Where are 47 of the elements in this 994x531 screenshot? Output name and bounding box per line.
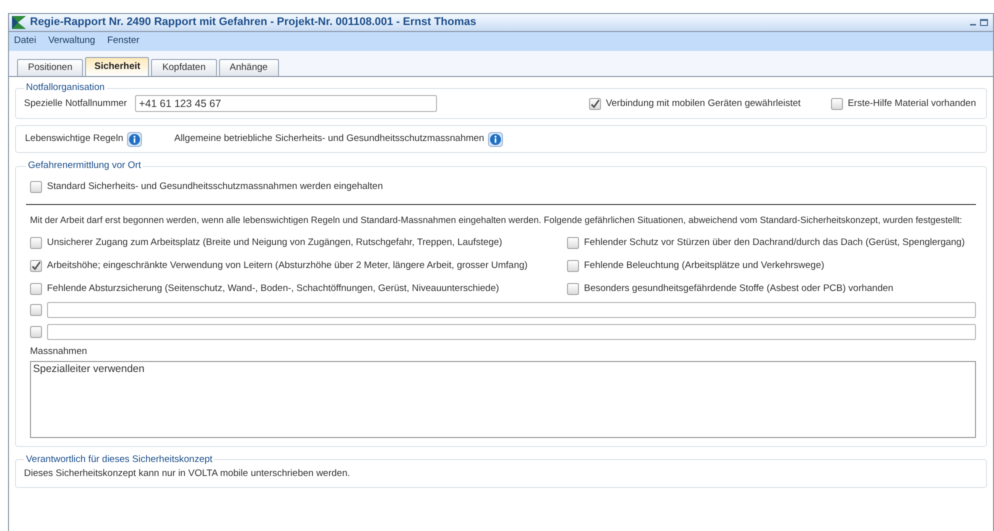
tab[interactable]: Sicherheit bbox=[85, 57, 150, 76]
section-legend: Gefahrenermittlung vor Ort bbox=[26, 159, 143, 174]
checkbox-label: Fehlende Beleuchtung (Arbeitsplätze und Verkehrswege) bbox=[584, 258, 824, 273]
checkbox-label: Erste-Hilfe Material vorhanden bbox=[848, 96, 976, 111]
checkbox[interactable] bbox=[567, 236, 579, 249]
checkbox[interactable] bbox=[30, 260, 42, 272]
intro-text: Mit der Arbeit darf erst begonnen werden, wenn alle lebenswichtigen Regeln und Standard-Massnahmen eingehalten werden. Folgende gefährlichen Situationen, abweichend vom Standard-Sicherheitskonzept, wurden festgestellt: bbox=[29, 214, 964, 227]
checkbox-label: Arbeitshöhe; eingeschränkte Verwendung von Leitern (Absturzhöhe über 2 Meter, längere Arbeit, grosser Umfang) bbox=[47, 258, 528, 273]
field-label: Spezielle Notfallnummer bbox=[24, 96, 128, 111]
window-title: Regie-Rapport Nr. 2490 Rapport mit Gefahren - Projekt-Nr. 001108.001 - Ernst Thomas bbox=[30, 15, 476, 30]
tab[interactable]: Kopfdaten bbox=[151, 59, 217, 76]
hazard-input[interactable] bbox=[47, 302, 976, 318]
checkbox-label: Besonders gesundheitsgefährdende Stoffe (Asbest oder PCB) vorhanden bbox=[584, 282, 894, 296]
rules-label: Lebenswichtige Regeln bbox=[25, 132, 124, 146]
checkbox[interactable] bbox=[830, 98, 843, 110]
checkbox-label: Fehlende Absturzsicherung (Seitenschutz, Wand-, Boden-, Schachtöffnungen, Gerüst, Niveauunterschiede) bbox=[47, 282, 500, 296]
rules-label: Allgemeine betriebliche Sicherheits- und Gesundheitsschutzmassnahmen bbox=[174, 132, 484, 146]
checkbox[interactable] bbox=[30, 304, 42, 316]
tab[interactable]: Positionen bbox=[17, 59, 84, 76]
checkbox[interactable] bbox=[30, 236, 42, 249]
menu-item[interactable]: Verwaltung bbox=[48, 34, 96, 49]
checkbox[interactable] bbox=[588, 98, 601, 110]
checkbox[interactable] bbox=[30, 326, 42, 338]
hazard-input[interactable] bbox=[47, 324, 976, 340]
app-logo-icon bbox=[12, 16, 26, 29]
checkbox-label: Standard Sicherheits- und Gesundheitsschutzmassnahmen werden eingehalten bbox=[47, 180, 383, 194]
menu-item[interactable]: Fenster bbox=[107, 34, 140, 49]
phone-input[interactable]: +41 61 123 45 67 bbox=[135, 95, 437, 112]
menu-item[interactable]: Datei bbox=[14, 34, 36, 49]
info-icon[interactable] bbox=[127, 132, 142, 147]
checkbox-label: Fehlender Schutz vor Stürzen über den Dachrand/durch das Dach (Gerüst, Spenglergang) bbox=[584, 236, 965, 250]
maximize-icon[interactable] bbox=[980, 19, 988, 26]
checkbox[interactable] bbox=[567, 260, 579, 272]
tab[interactable]: Anhänge bbox=[218, 59, 279, 76]
checkmark-icon bbox=[31, 260, 41, 271]
checkbox[interactable] bbox=[30, 180, 42, 193]
section-legend: Verantwortlich für dieses Sicherheitskonzept bbox=[24, 452, 214, 467]
checkmark-icon bbox=[590, 98, 600, 109]
info-icon[interactable] bbox=[488, 132, 504, 147]
section-legend: Notfallorganisation bbox=[24, 81, 107, 96]
checkbox-label: Unsicherer Zugang zum Arbeitsplatz (Breite und Neigung von Zugängen, Rutschgefahr, Treppen, Laufstege) bbox=[47, 236, 502, 250]
measures-textarea[interactable]: Spezialleiter verwenden bbox=[30, 360, 976, 438]
checkbox[interactable] bbox=[567, 283, 579, 296]
field-label: Massnahmen bbox=[30, 345, 88, 360]
checkbox-label: Verbindung mit mobilen Geräten gewährleistet bbox=[606, 96, 801, 111]
checkbox[interactable] bbox=[30, 283, 42, 296]
signature-note: Dieses Sicherheitskonzept kann nur in VOLTA mobile unterschrieben werden. bbox=[24, 466, 351, 481]
